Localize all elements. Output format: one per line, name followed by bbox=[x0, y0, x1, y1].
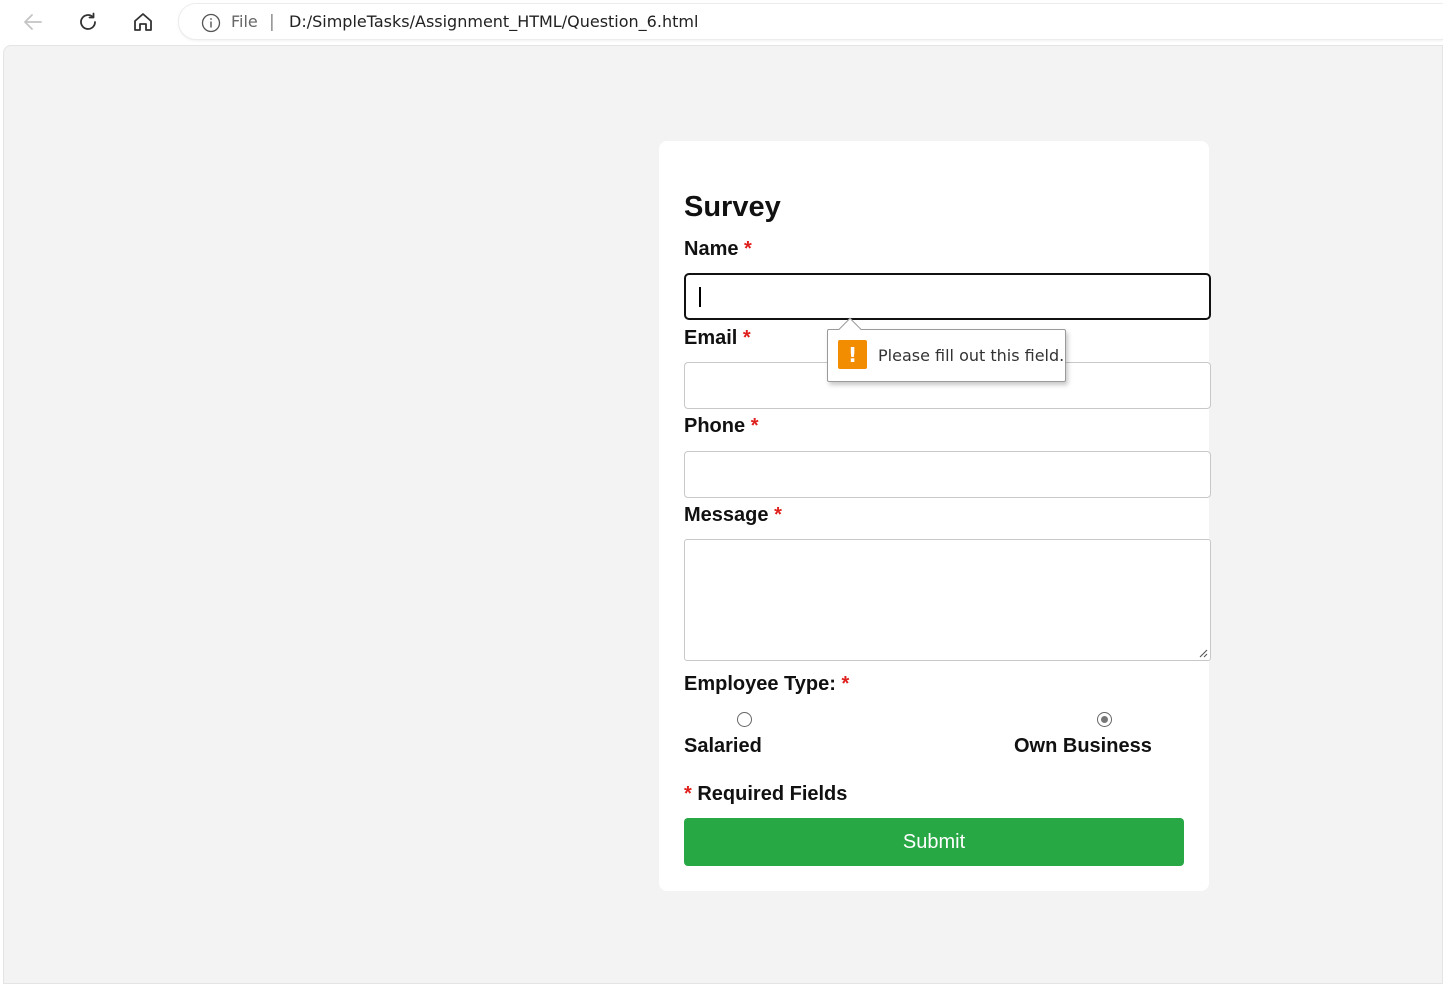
resize-handle-icon[interactable] bbox=[1198, 648, 1208, 658]
employee-type-label: Employee Type: * bbox=[684, 673, 850, 695]
warning-icon: ! bbox=[838, 340, 867, 369]
form-title: Survey bbox=[684, 191, 781, 223]
browser-toolbar: File | D:/SimpleTasks/Assignment_HTML/Qu… bbox=[0, 0, 1443, 44]
radio-own-business[interactable] bbox=[1097, 712, 1112, 727]
phone-input[interactable] bbox=[684, 451, 1211, 498]
radio-salaried[interactable] bbox=[737, 712, 752, 727]
name-label: Name * bbox=[684, 238, 752, 260]
name-input[interactable] bbox=[684, 273, 1211, 320]
url-text[interactable]: D:/SimpleTasks/Assignment_HTML/Question_… bbox=[289, 12, 698, 31]
required-fields-note: * Required Fields bbox=[684, 783, 848, 805]
text-caret bbox=[699, 287, 701, 307]
address-separator: | bbox=[269, 12, 275, 32]
site-label: File bbox=[231, 12, 258, 31]
reload-icon bbox=[80, 12, 96, 30]
home-button[interactable] bbox=[127, 6, 159, 38]
required-asterisk: * bbox=[841, 673, 850, 695]
tooltip-message: Please fill out this field. bbox=[878, 346, 1065, 365]
message-label: Message * bbox=[684, 504, 782, 526]
required-asterisk: * bbox=[750, 415, 759, 437]
message-textarea[interactable] bbox=[684, 539, 1211, 661]
address-bar[interactable]: File | D:/SimpleTasks/Assignment_HTML/Qu… bbox=[178, 3, 1443, 40]
arrow-left-icon bbox=[24, 14, 42, 30]
phone-label: Phone * bbox=[684, 415, 759, 437]
reload-button[interactable] bbox=[72, 6, 104, 38]
radio-label-salaried: Salaried bbox=[684, 735, 762, 757]
required-asterisk: * bbox=[684, 783, 692, 805]
radio-label-own-business: Own Business bbox=[1014, 735, 1152, 757]
required-asterisk: * bbox=[744, 238, 752, 260]
page-viewport: Survey Name * Email * Phone * Message * bbox=[3, 45, 1443, 984]
home-icon bbox=[134, 13, 152, 31]
back-button[interactable] bbox=[17, 6, 49, 38]
required-asterisk: * bbox=[742, 327, 751, 349]
survey-form: Survey Name * Email * Phone * Message * bbox=[659, 141, 1211, 891]
validation-tooltip: ! Please fill out this field. bbox=[827, 317, 1066, 382]
info-icon[interactable] bbox=[201, 13, 221, 33]
submit-button[interactable]: Submit bbox=[684, 818, 1184, 866]
email-label: Email * bbox=[684, 327, 751, 349]
required-asterisk: * bbox=[774, 504, 782, 526]
